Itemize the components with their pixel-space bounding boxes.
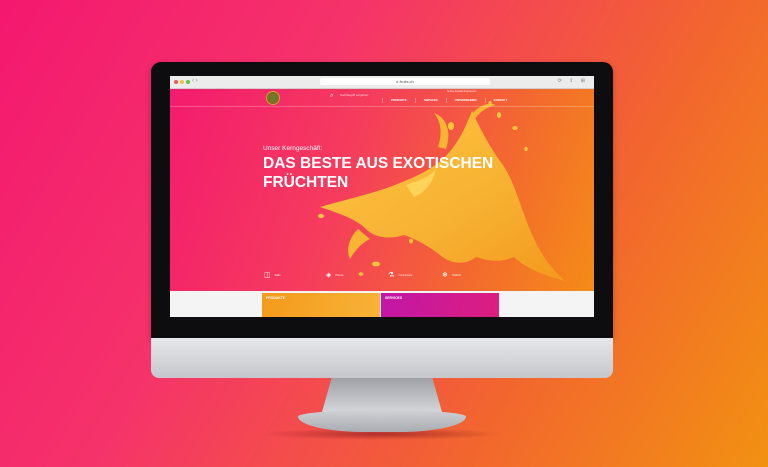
hero-eyebrow: Unser Kerngeschäft: <box>263 145 323 152</box>
services-card[interactable]: SERVICES <box>381 293 499 317</box>
website-hero: ⌕ Suchbegriff eingeben Suche Kontakt Imp… <box>170 89 594 291</box>
nav-item-produkte[interactable]: PRODUKTE <box>382 98 415 103</box>
feature-item[interactable]: ⚗ Konzentrate <box>388 271 412 279</box>
produkte-card[interactable]: PRODUKTE <box>262 293 380 317</box>
top-links[interactable]: Suche Kontakt Impressum <box>447 90 476 93</box>
monitor-chin <box>151 338 613 378</box>
company-logo[interactable] <box>266 91 280 105</box>
search-input[interactable]: Suchbegriff eingeben <box>340 93 368 97</box>
card-title: SERVICES <box>385 296 403 300</box>
card-title: PRODUKTE <box>266 296 286 300</box>
glass-icon: ◫ <box>264 272 271 279</box>
feature-label: Säfte <box>274 273 281 277</box>
nav-item-kontakt[interactable]: KONTAKT <box>484 98 515 103</box>
feature-label: Tiefkühl <box>451 273 461 277</box>
close-window-button[interactable] <box>174 80 178 84</box>
shield-icon: ◈ <box>326 272 332 279</box>
flask-icon: ⚗ <box>388 272 395 279</box>
nav-item-unternehmen[interactable]: UNTERNEHMEN <box>445 98 485 103</box>
content-section: PRODUKTE SERVICES <box>170 291 594 317</box>
minimize-window-button[interactable] <box>180 80 184 84</box>
window-controls <box>174 80 190 84</box>
site-header: ⌕ Suchbegriff eingeben Suche Kontakt Imp… <box>170 89 594 107</box>
snowflake-icon: ❄ <box>442 272 448 279</box>
back-forward-icons[interactable]: ‹ › <box>192 78 198 84</box>
search-icon[interactable]: ⌕ <box>330 93 333 100</box>
monitor-screen: ‹ › e-fruits.ch ⟳ ⇪ ⊞ ⌕ Suchbegriff eing… <box>170 76 594 317</box>
feature-label: Konzentrate <box>398 273 413 277</box>
feature-item[interactable]: ◫ Säfte <box>264 271 281 279</box>
hero-headline: DAS BESTE AUS EXOTISCHEN FRÜCHTEN <box>263 155 494 191</box>
monitor-stand-neck <box>322 378 442 412</box>
feature-label: Pürees <box>335 273 344 277</box>
main-navigation: PRODUKTE SERVICES UNTERNEHMEN KONTAKT <box>382 98 515 103</box>
address-bar[interactable]: e-fruits.ch <box>320 78 490 85</box>
nav-item-services[interactable]: SERVICES <box>414 98 446 103</box>
maximize-window-button[interactable] <box>186 80 190 84</box>
feature-item[interactable]: ❄ Tiefkühl <box>442 271 461 279</box>
feature-icons-row: ◫ Säfte ◈ Pürees ⚗ Konzentrate ❄ Tiefküh… <box>264 271 564 283</box>
browser-toolbar: ‹ › e-fruits.ch ⟳ ⇪ ⊞ <box>170 76 594 89</box>
browser-action-icons[interactable]: ⟳ ⇪ ⊞ <box>558 78 588 84</box>
feature-item[interactable]: ◈ Pürees <box>326 271 344 279</box>
